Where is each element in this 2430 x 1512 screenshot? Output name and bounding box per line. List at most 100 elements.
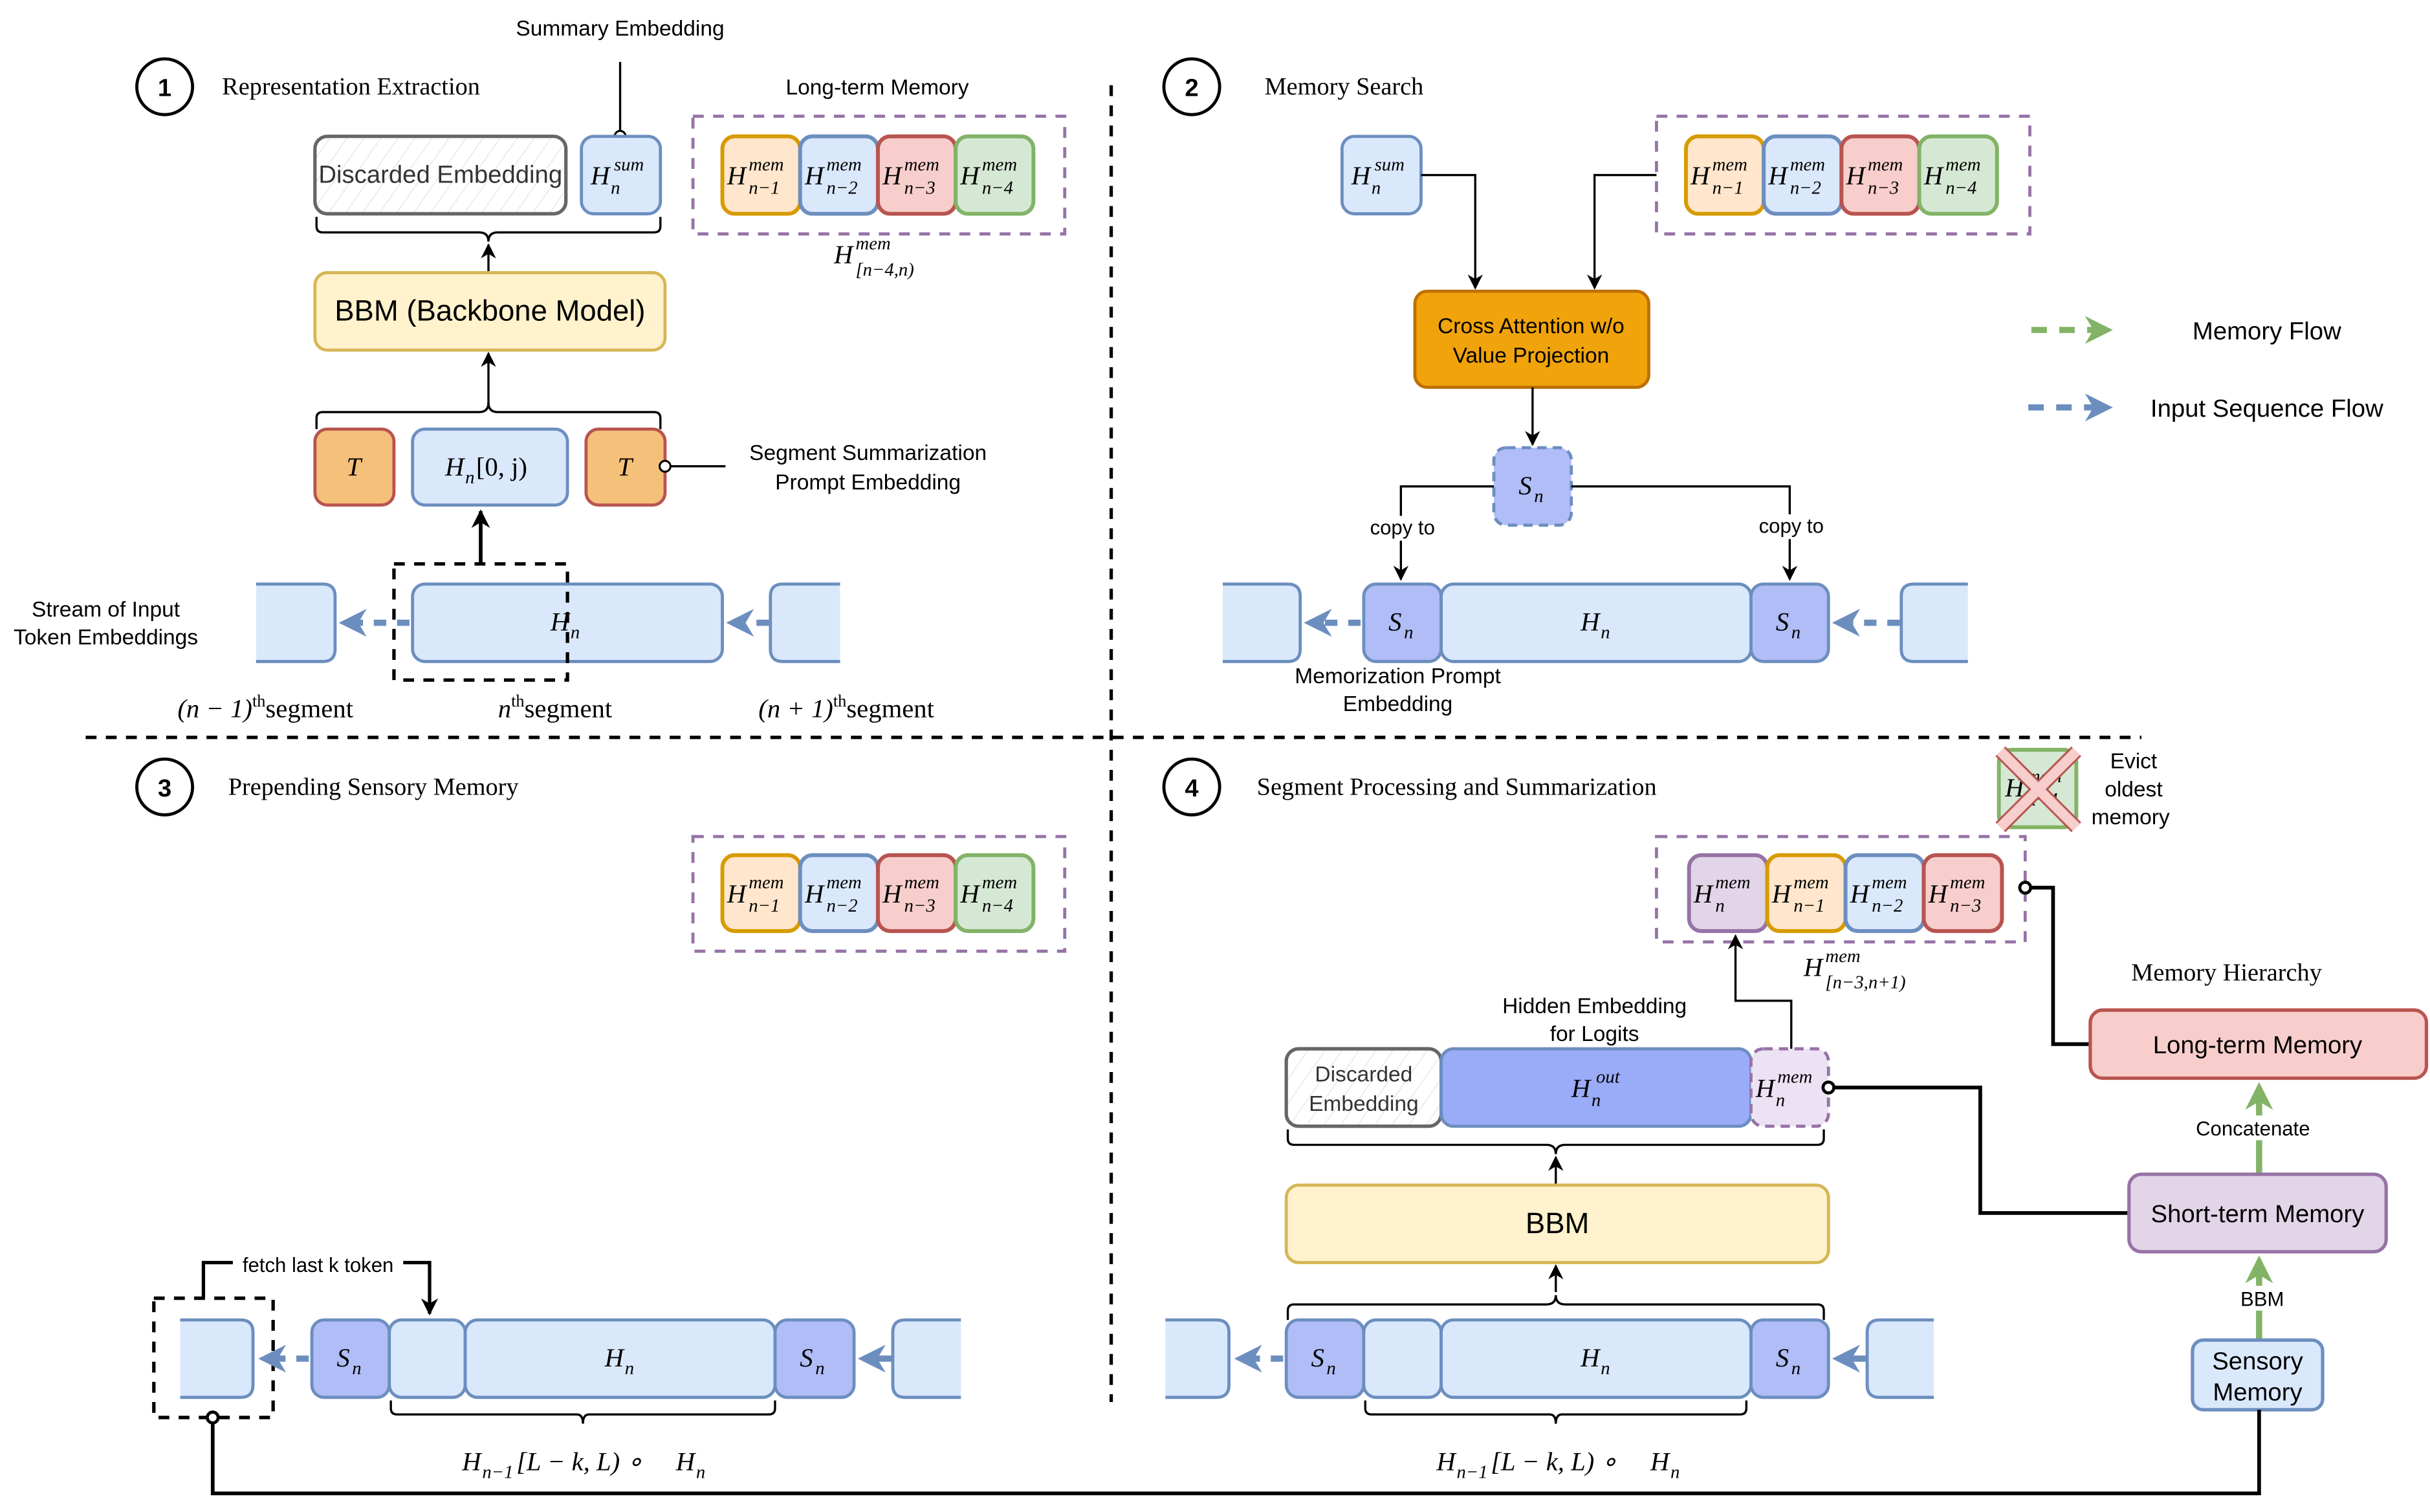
segment-labels: (n − 1)thsegment nthsegment (n + 1)thsegme… [177, 692, 934, 723]
memory-item-row: Hmemn−1 Hmemn−2 Hmemn−3 Hmemn−4 [1683, 134, 1999, 216]
svg-text:H: H [959, 161, 981, 190]
concatenate-label: Concatenate [2196, 1117, 2310, 1140]
svg-text:H: H [1690, 161, 1711, 190]
svg-text:[L − k, L) ∘: [L − k, L) ∘ [516, 1447, 643, 1476]
previous-segment-box [1165, 1318, 1231, 1399]
svg-text:H: H [1803, 953, 1824, 982]
panel-memory-search: 2 Memory Search H sum n Hmemn−1 Hmemn−2 Hm… [1162, 57, 2031, 716]
sn-suffix-box [1749, 1318, 1830, 1399]
cross-attention-label: Value Projection [1453, 344, 1610, 367]
svg-text:H: H [1650, 1447, 1671, 1476]
output-brace [1286, 1129, 1825, 1154]
svg-text:n−2: n−2 [826, 895, 857, 916]
svg-text:H: H [959, 879, 981, 908]
svg-text:n−1: n−1 [482, 1462, 513, 1482]
input-brace [315, 402, 662, 430]
svg-text:n−1: n−1 [749, 177, 780, 198]
svg-text:H: H [804, 879, 826, 908]
panel-segment-processing: 4 Segment Processing and Summarization H… [1162, 746, 2170, 1482]
svg-text:n: n [571, 622, 580, 643]
discarded-embedding-label: Embedding [1309, 1092, 1419, 1116]
hidden-embedding-label: Hidden Embedding [1502, 994, 1687, 1018]
svg-text:sum: sum [1375, 154, 1405, 175]
memory-range-math: H mem [n−4,n) [833, 234, 914, 281]
svg-text:n−2: n−2 [1790, 177, 1821, 198]
long-term-memory-label: Long-term Memory [2153, 1031, 2363, 1059]
segment-label: nthsegment [498, 692, 613, 723]
svg-text:S: S [336, 1343, 349, 1372]
svg-text:n: n [696, 1462, 705, 1482]
token-t-label: T [617, 452, 634, 481]
svg-text:mem: mem [1713, 154, 1747, 175]
short-term-memory-label: Short-term Memory [2151, 1200, 2365, 1228]
sn-prefix-box [1362, 582, 1443, 663]
memorization-prompt-label: Memorization Prompt [1295, 664, 1501, 688]
svg-text:S: S [1311, 1343, 1324, 1372]
segment-label: (n − 1)thsegment [177, 692, 353, 723]
memory-item-orange: Hmemn−1 [720, 134, 802, 216]
svg-text:n: n [1670, 1462, 1680, 1482]
svg-text:n: n [1592, 1090, 1601, 1111]
svg-text:mem: mem [1790, 154, 1825, 175]
connector-dot [659, 459, 672, 473]
token-t-label: T [346, 452, 363, 481]
svg-text:S: S [1388, 608, 1401, 637]
svg-text:mem: mem [826, 154, 861, 175]
svg-text:H: H [1351, 161, 1372, 190]
long-term-memory-label: Long-term Memory [785, 76, 969, 100]
svg-text:S: S [1518, 471, 1531, 500]
memory-range-math: H mem [n−3,n+1) [1803, 946, 1906, 993]
memory-item-green: Hmemn−4 [954, 134, 1036, 216]
svg-text:mem: mem [826, 872, 861, 893]
svg-text:n−3: n−3 [904, 177, 936, 198]
next-segment-box [891, 1318, 961, 1399]
svg-text:mem: mem [855, 234, 890, 254]
previous-segment-box [1222, 582, 1302, 663]
svg-text:n: n [1776, 1090, 1785, 1111]
svg-text:n: n [352, 1358, 361, 1379]
svg-text:mem: mem [1777, 1067, 1812, 1088]
input-brace [1286, 1295, 1825, 1320]
bbm-label: BBM (Backbone Model) [334, 294, 645, 327]
next-segment-box [769, 582, 840, 663]
svg-text:[n−4,n): [n−4,n) [855, 259, 914, 280]
memory-item-red: Hmemn−3 [1921, 853, 2004, 934]
concat-math: H n−1 [L − k, L) ∘ H n [1436, 1447, 1680, 1482]
step-number: 2 [1185, 74, 1198, 102]
svg-text:H: H [882, 161, 903, 190]
panel-title: Prepending Sensory Memory [228, 773, 519, 800]
short-term-memory-connector [1833, 1086, 2129, 1215]
svg-text:n: n [465, 467, 474, 488]
memory-item-row: Hmemn Hmemn−1 Hmemn−2 Hmemn−3 [1687, 853, 2004, 934]
step-number: 3 [158, 774, 171, 802]
svg-text:[L − k, L) ∘: [L − k, L) ∘ [1491, 1447, 1617, 1476]
segment-prompt-label: Prompt Embedding [775, 471, 961, 495]
memory-architecture-diagram: 1 Representation Extraction Summary Embe… [14, 17, 2429, 1496]
fetch-last-k-token-label: fetch last k token [243, 1254, 393, 1276]
memory-item-orange: Hmemn−1 [1683, 134, 1766, 216]
svg-text:n: n [1791, 1358, 1801, 1379]
svg-text:n: n [1372, 177, 1381, 198]
memory-hierarchy-title: Memory Hierarchy [2131, 959, 2322, 987]
svg-text:n: n [1326, 1358, 1335, 1379]
svg-text:H: H [675, 1447, 697, 1476]
svg-text:n−1: n−1 [749, 895, 780, 916]
step-number: 1 [158, 74, 171, 102]
svg-text:H: H [882, 879, 903, 908]
svg-text:n: n [1601, 622, 1610, 643]
fetch-connector [201, 1260, 233, 1298]
svg-text:mem: mem [749, 872, 783, 893]
memory-item-blue: Hmemn−2 [798, 853, 880, 934]
svg-text:H: H [1571, 1073, 1592, 1102]
svg-text:S: S [800, 1343, 813, 1372]
previous-segment-box [256, 582, 337, 663]
memory-item-row: Hmemn−1 Hmemn−2 Hmemn−3 Hmemn−4 [720, 853, 1036, 934]
svg-text:n−3: n−3 [1950, 895, 1981, 916]
hidden-embedding-label: for Logits [1550, 1022, 1639, 1046]
evict-label: Evict [2110, 750, 2158, 774]
svg-text:H: H [1755, 1073, 1777, 1102]
svg-text:n−3: n−3 [904, 895, 936, 916]
svg-text:out: out [1596, 1067, 1621, 1088]
svg-text:mem: mem [904, 154, 939, 175]
svg-text:n: n [611, 177, 620, 198]
